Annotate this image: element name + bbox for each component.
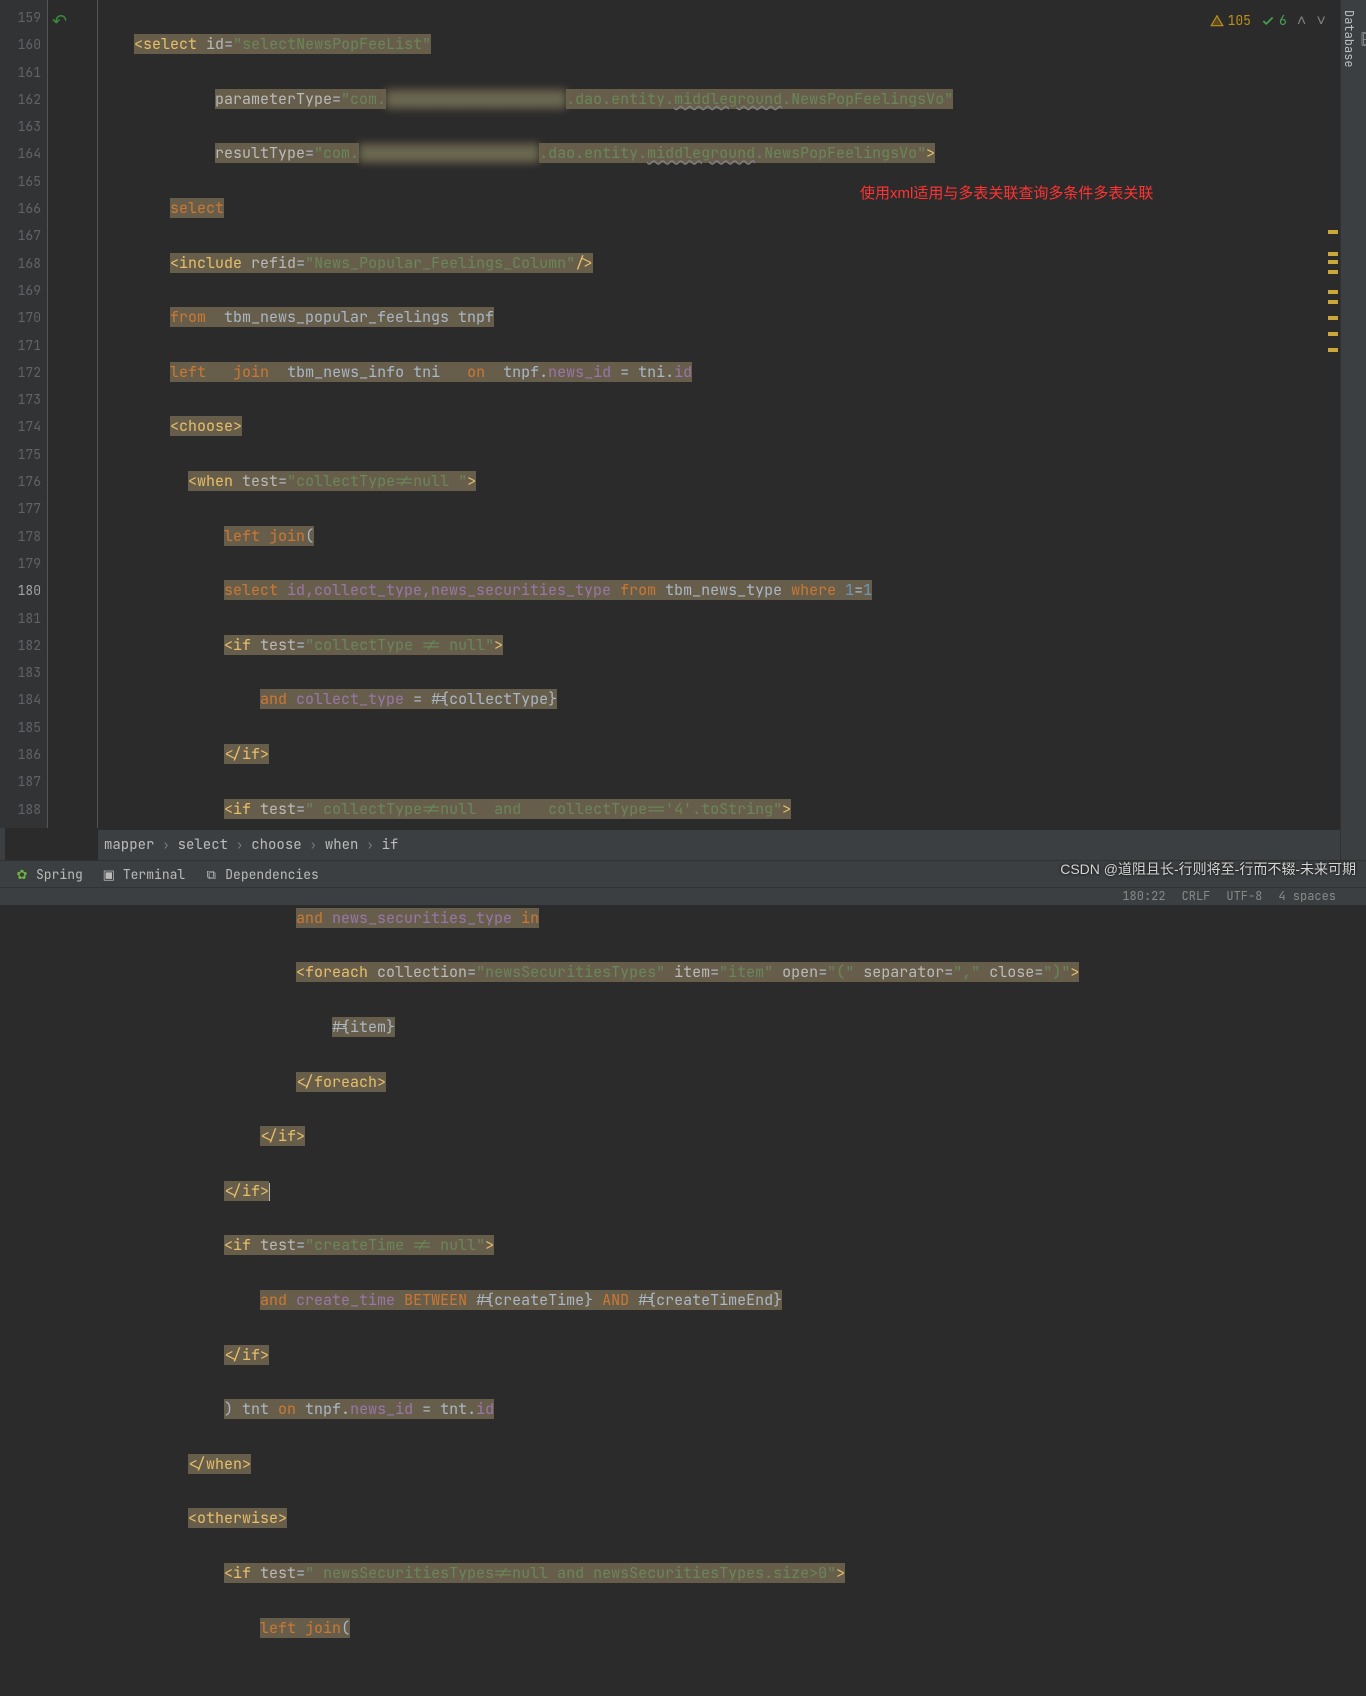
breadcrumb-item[interactable]: when (325, 836, 359, 854)
line-number: 167 (0, 222, 41, 249)
fold-gutter (48, 0, 98, 828)
right-tool-strip: ▸ Maven 🗄 Database (1340, 0, 1366, 905)
line-number: 175 (0, 441, 41, 468)
line-number: 178 (0, 523, 41, 550)
terminal-tool-button[interactable]: ▣ Terminal (101, 866, 185, 883)
line-number: 177 (0, 495, 41, 522)
line-number: 180 (0, 577, 41, 604)
line-number: 163 (0, 113, 41, 140)
line-number: 164 (0, 140, 41, 167)
line-number: 186 (0, 741, 41, 768)
red-annotation-text: 使用xml适用与多表关联查询多条件多表关联 (860, 182, 1153, 203)
line-number: 168 (0, 250, 41, 277)
breadcrumb-item[interactable]: choose (251, 836, 301, 854)
line-number: 160 (0, 31, 41, 58)
line-number: 176 (0, 468, 41, 495)
csdn-watermark: CSDN @道阻且长-行则将至-行而不辍-未来可期 (1060, 859, 1356, 879)
file-encoding[interactable]: UTF-8 (1226, 888, 1262, 904)
line-number: 185 (0, 714, 41, 741)
line-number: 179 (0, 550, 41, 577)
chevron-right-icon: › (310, 837, 317, 853)
line-number: 161 (0, 59, 41, 86)
database-tool-button[interactable]: 🗄 Database (1341, 10, 1366, 68)
terminal-icon: ▣ (101, 867, 117, 883)
text-cursor (269, 1183, 270, 1201)
line-number: 173 (0, 386, 41, 413)
status-bar-right: 180:22 CRLF UTF-8 4 spaces (1122, 888, 1336, 904)
line-number: 182 (0, 632, 41, 659)
breadcrumb-item[interactable]: mapper (104, 836, 154, 854)
breadcrumb-item[interactable]: if (382, 836, 399, 854)
caret-position[interactable]: 180:22 (1122, 888, 1165, 904)
editor-area: 1591601611621631641651661671681691701711… (0, 0, 1340, 828)
spring-icon: ✿ (14, 867, 30, 883)
line-number: 162 (0, 86, 41, 113)
line-number: 169 (0, 277, 41, 304)
chevron-right-icon: › (236, 837, 243, 853)
line-separator[interactable]: CRLF (1182, 888, 1211, 904)
line-number: 181 (0, 605, 41, 632)
undo-icon[interactable]: ↶ (52, 10, 67, 33)
line-number: 187 (0, 768, 41, 795)
line-number: 174 (0, 413, 41, 440)
line-number: 165 (0, 168, 41, 195)
line-number: 166 (0, 195, 41, 222)
line-number: 170 (0, 304, 41, 331)
line-number-gutter: 1591601611621631641651661671681691701711… (0, 0, 48, 828)
breadcrumb[interactable]: mapper › select › choose › when › if (98, 830, 1340, 860)
breadcrumb-item[interactable]: select (178, 836, 228, 854)
line-number: 184 (0, 686, 41, 713)
line-number: 188 (0, 796, 41, 823)
chevron-right-icon: › (162, 837, 169, 853)
line-number: 172 (0, 359, 41, 386)
indent-info[interactable]: 4 spaces (1278, 888, 1336, 904)
dependencies-tool-button[interactable]: ⧉ Dependencies (203, 866, 319, 883)
line-number: 159 (0, 4, 41, 31)
dependencies-icon: ⧉ (203, 867, 219, 883)
chevron-right-icon: › (366, 837, 373, 853)
line-number: 183 (0, 659, 41, 686)
error-stripe[interactable] (1326, 0, 1340, 828)
database-icon: 🗄 (1361, 31, 1366, 47)
line-number: 171 (0, 332, 41, 359)
spring-tool-button[interactable]: ✿ Spring (14, 866, 83, 883)
